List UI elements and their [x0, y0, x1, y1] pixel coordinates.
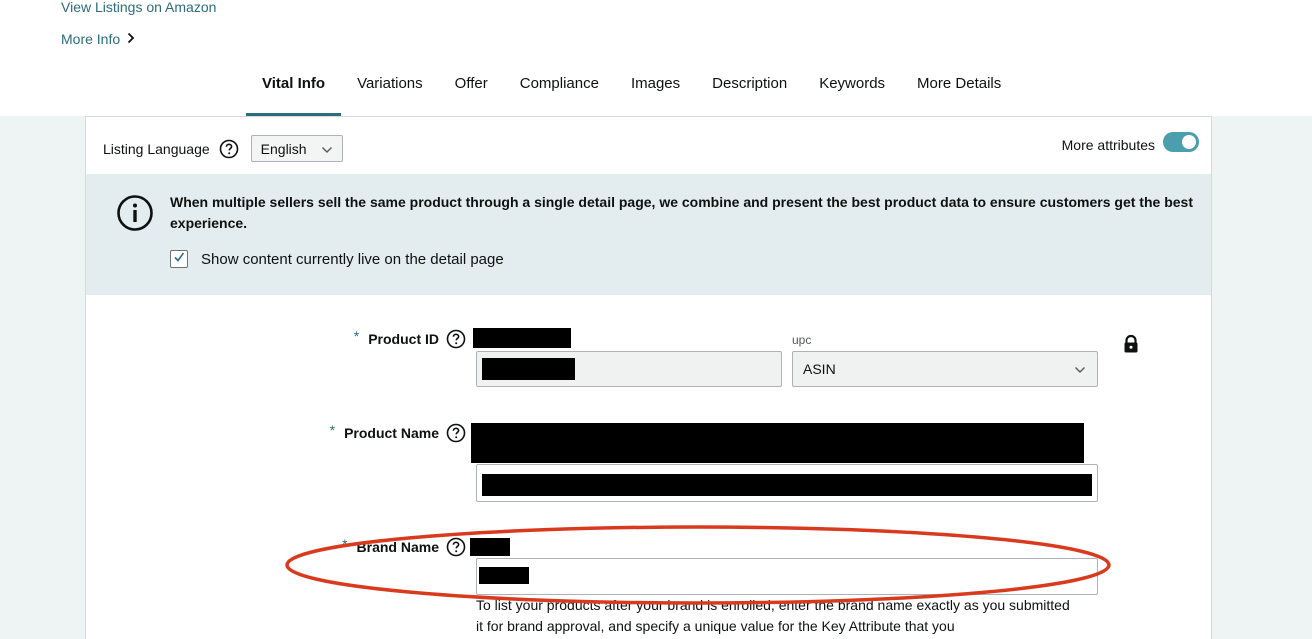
help-icon[interactable]	[446, 329, 466, 349]
info-icon	[116, 194, 154, 232]
tab-description[interactable]: Description	[696, 64, 803, 116]
view-listings-link[interactable]: View Listings on Amazon	[61, 0, 216, 15]
brand-name-label-row: * Brand Name	[316, 536, 466, 557]
show-live-content-checkbox[interactable]	[170, 250, 188, 268]
help-icon[interactable]	[219, 139, 239, 159]
tab-vital-info[interactable]: Vital Info	[246, 64, 342, 116]
show-live-content-option[interactable]: Show content currently live on the detai…	[170, 250, 504, 268]
tab-variations[interactable]: Variations	[341, 64, 439, 116]
lock-icon	[1122, 334, 1140, 354]
more-info-link[interactable]: More Info	[61, 31, 136, 47]
redacted-block	[473, 328, 571, 348]
redacted-block	[482, 358, 575, 380]
brand-name-input[interactable]	[476, 558, 1098, 595]
required-asterisk: *	[353, 328, 360, 344]
info-banner-text: When multiple sellers sell the same prod…	[170, 194, 1193, 231]
tab-more-details[interactable]: More Details	[901, 64, 1017, 116]
vital-info-panel: Listing Language English More attributes…	[85, 116, 1212, 639]
listing-language-select[interactable]: English	[250, 135, 343, 162]
help-icon[interactable]	[446, 423, 466, 443]
help-icon[interactable]	[446, 537, 466, 557]
info-banner: When multiple sellers sell the same prod…	[86, 174, 1211, 295]
chevron-down-icon	[1074, 361, 1086, 377]
required-asterisk: *	[342, 536, 348, 552]
tab-keywords[interactable]: Keywords	[803, 64, 901, 116]
chevron-down-icon	[321, 141, 333, 157]
more-attributes-label: More attributes	[1061, 137, 1155, 153]
brand-name-helper-text: To list your products after your brand i…	[476, 597, 1070, 634]
more-attributes-toggle[interactable]	[1163, 132, 1199, 152]
tab-images[interactable]: Images	[615, 64, 696, 116]
redacted-block	[470, 538, 510, 556]
product-id-input[interactable]	[476, 351, 782, 387]
redacted-block	[479, 567, 529, 584]
show-live-content-label: Show content currently live on the detai…	[201, 250, 504, 268]
required-asterisk: *	[329, 422, 336, 438]
redacted-block	[471, 423, 1084, 463]
product-id-type-caption: upc	[792, 333, 812, 347]
checkmark-icon	[173, 250, 185, 268]
tab-offer[interactable]: Offer	[439, 64, 504, 116]
tab-compliance[interactable]: Compliance	[504, 64, 615, 116]
brand-name-label: Brand Name	[356, 539, 439, 555]
more-info-label: More Info	[61, 31, 121, 47]
product-name-label: Product Name	[344, 425, 439, 441]
listing-language-value: English	[260, 140, 307, 157]
listing-language-label: Listing Language	[103, 140, 210, 157]
tab-bar: Vital Info Variations Offer Compliance I…	[246, 64, 1017, 116]
product-id-type-select[interactable]: ASIN	[792, 351, 1098, 387]
chevron-right-icon	[126, 31, 136, 47]
product-id-type-value: ASIN	[803, 361, 836, 377]
product-name-input[interactable]	[476, 464, 1098, 502]
more-attributes-row: More attributes	[1061, 132, 1199, 155]
listing-language-row: Listing Language English	[103, 135, 343, 162]
redacted-block	[482, 474, 1092, 496]
product-id-label: Product ID	[368, 331, 439, 347]
product-id-label-row: * Product ID	[336, 328, 466, 349]
toggle-knob	[1182, 135, 1196, 149]
product-name-label-row: * Product Name	[306, 422, 466, 443]
